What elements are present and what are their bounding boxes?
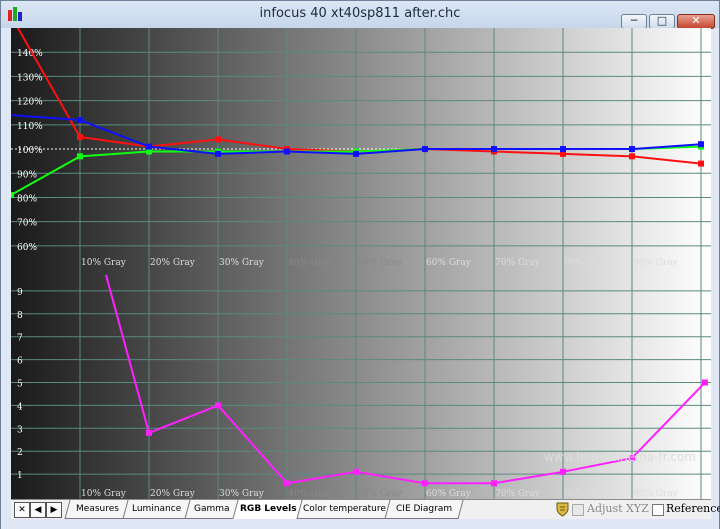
title-bar[interactable]: infocus 40 xt40sp811 after.chc ─ □ ✕	[1, 1, 719, 29]
tab-label: Gamma	[194, 504, 230, 514]
status-bar	[1, 519, 719, 529]
x-tick-label: 20% Gray	[150, 489, 196, 499]
reference-label: Reference	[666, 502, 720, 515]
tab-color-temperature[interactable]: Color temperature	[296, 500, 392, 519]
x-tick-label: 10% Gray	[81, 489, 127, 499]
minimize-button[interactable]: ─	[621, 14, 647, 29]
y-tick-label: 6	[17, 357, 23, 367]
x-tick-label: 90% Gray	[633, 489, 679, 499]
tab-label: CIE Diagram	[395, 504, 453, 514]
tab-label: RGB Levels	[239, 504, 297, 514]
y-tick-label: 5	[17, 380, 23, 390]
data-point	[702, 379, 708, 386]
data-point	[422, 146, 428, 153]
y-tick-label: 130%	[17, 73, 43, 83]
y-tick-label: 110%	[17, 122, 43, 132]
app-window: infocus 40 xt40sp811 after.chc ─ □ ✕ 1 40…	[0, 0, 720, 529]
x-tick-label: 30% Gray	[219, 489, 265, 499]
data-point	[284, 480, 290, 487]
x-tick-label: 10% Gray	[81, 258, 127, 268]
data-point	[215, 136, 221, 143]
data-point	[560, 146, 566, 153]
data-point	[629, 146, 635, 153]
data-point	[698, 141, 704, 148]
tab-label: Luminance	[132, 504, 182, 514]
y-tick-label: 3	[17, 425, 23, 435]
data-point	[491, 480, 497, 487]
y-tick-label: 80%	[17, 194, 37, 204]
data-point	[629, 153, 635, 160]
data-point	[215, 150, 221, 157]
y-tick-label: 2	[17, 448, 23, 458]
data-point	[77, 153, 83, 160]
data-point	[215, 402, 221, 409]
y-tick-label: 8	[17, 311, 23, 321]
adjust-xyz-label: Adjust XYZ	[587, 502, 649, 515]
y-tick-label: 100%	[17, 146, 43, 156]
x-tick-label: 40% Gray	[288, 489, 334, 499]
y-tick-label: 60%	[17, 243, 37, 253]
tab-gamma[interactable]: Gamma	[184, 500, 240, 519]
x-tick-label: 50% Gray	[357, 258, 403, 268]
rgb-levels-chart: 140%130%120%110%100%90%80%70%60%10% Gray…	[8, 15, 711, 499]
x-tick-label: 40% Gray	[288, 258, 334, 268]
y-tick-label: 1	[17, 471, 23, 481]
data-point	[146, 429, 152, 436]
x-tick-label: 30% Gray	[219, 258, 265, 268]
data-point	[77, 117, 83, 123]
data-point	[8, 192, 14, 199]
tab-measures[interactable]: Measures	[64, 500, 130, 519]
y-tick-label: 120%	[17, 98, 43, 108]
tab-bar: ✕ ◀ ▶ Measures Luminance Gamma RGB Level…	[11, 499, 720, 520]
minimize-icon: ─	[630, 14, 638, 27]
close-icon: ✕	[691, 14, 701, 27]
reference-checkbox[interactable]	[652, 504, 664, 516]
data-point	[698, 160, 704, 167]
y-tick-label: 70%	[17, 219, 37, 229]
data-point	[353, 468, 359, 475]
y-tick-label: 90%	[17, 170, 37, 180]
next-tab-button[interactable]: ▶	[46, 502, 62, 518]
maximize-button[interactable]: □	[649, 14, 675, 29]
x-tick-label: 80% Gray	[564, 258, 610, 268]
x-tick-label: 70% Gray	[495, 489, 541, 499]
x-tick-label: 80% Gray	[564, 489, 610, 499]
data-point	[146, 143, 152, 150]
y-tick-label: 4	[17, 402, 23, 412]
window-title: infocus 40 xt40sp811 after.chc	[259, 6, 461, 21]
x-tick-label: 50% Gray	[357, 489, 403, 499]
maximize-icon: □	[656, 14, 668, 27]
data-point	[491, 146, 497, 153]
previous-tab-button[interactable]: ◀	[30, 502, 46, 518]
plot-area: 140% 130% 120% 110% 100% 90% 80% 70% 60% 10% Gray…	[8, 15, 711, 499]
x-tick-label: 60% Gray	[426, 258, 472, 268]
x-tick-label: 60% Gray	[426, 489, 472, 499]
data-point	[77, 133, 83, 140]
y-tick-label: 9	[17, 288, 23, 298]
close-button[interactable]: ✕	[677, 14, 715, 29]
shield-icon[interactable]	[556, 502, 569, 517]
tab-rgb-levels[interactable]: RGB Levels	[232, 500, 304, 519]
data-point	[560, 468, 566, 475]
close-tab-button[interactable]: ✕	[14, 502, 30, 518]
data-point	[422, 480, 428, 487]
x-tick-label: 90% Gray	[633, 258, 679, 268]
adjust-xyz-checkbox[interactable]	[572, 504, 584, 516]
tab-luminance[interactable]: Luminance	[122, 500, 192, 519]
x-tick-label: 70% Gray	[495, 258, 541, 268]
tab-label: Color temperature	[302, 504, 386, 514]
tab-label: Measures	[75, 504, 119, 514]
y-tick-label: 7	[17, 334, 23, 344]
tab-cie-diagram[interactable]: CIE Diagram	[384, 500, 464, 519]
data-point	[284, 148, 290, 155]
x-tick-label: 20% Gray	[150, 258, 196, 268]
data-point	[353, 150, 359, 157]
watermark: www.homecinema-fr.com	[544, 450, 696, 464]
